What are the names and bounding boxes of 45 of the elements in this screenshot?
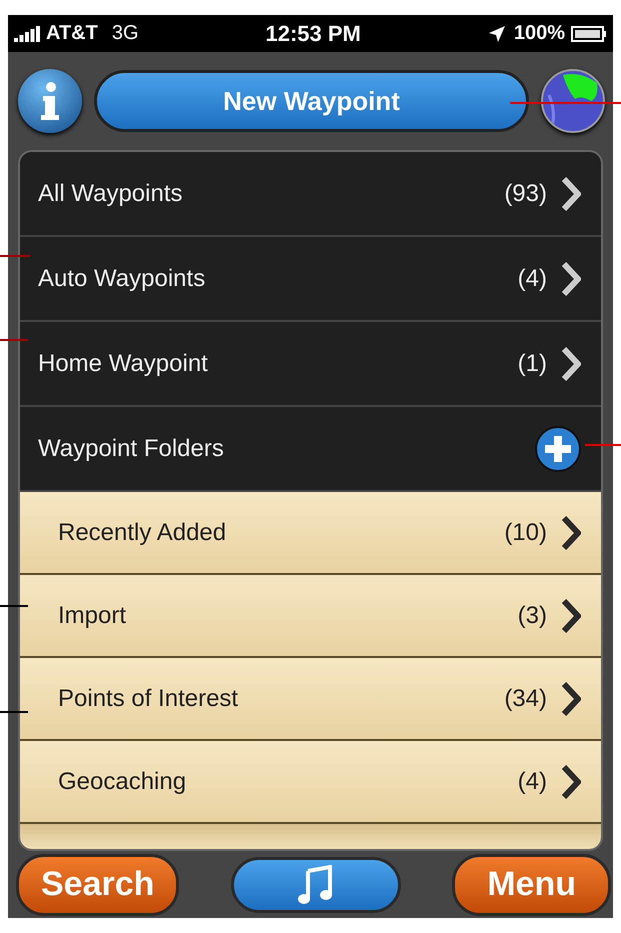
folder-label: Recently Added xyxy=(58,518,228,546)
battery-icon xyxy=(570,26,607,42)
globe-icon xyxy=(541,69,605,133)
battery-percent: 100% xyxy=(514,22,565,45)
folder-label: Import xyxy=(58,602,128,630)
folder-label: Geocaching xyxy=(58,768,188,796)
menu-button[interactable]: Menu xyxy=(452,854,611,916)
chevron-icon xyxy=(561,516,581,550)
add-icon[interactable] xyxy=(535,426,581,472)
music-note-icon xyxy=(298,864,334,904)
info-icon xyxy=(40,81,60,121)
folder-item[interactable]: Recently Added (10) xyxy=(20,492,601,575)
folder-item[interactable]: Import (3) xyxy=(20,575,601,658)
info-button[interactable] xyxy=(18,69,82,133)
chevron-icon xyxy=(561,598,581,632)
menu-label: All Waypoints xyxy=(38,180,184,208)
folder-count: (4) xyxy=(518,768,547,796)
status-time: 12:53 PM xyxy=(265,20,361,46)
signal-icon xyxy=(14,26,42,42)
chevron-icon xyxy=(561,262,581,296)
folder-label: Points of Interest xyxy=(58,684,240,712)
folder-item[interactable]: Points of Interest (34) xyxy=(20,658,601,741)
menu-label: Auto Waypoints xyxy=(38,264,206,292)
chevron-icon xyxy=(561,346,581,380)
item-count: (4) xyxy=(518,264,547,292)
network-text: 3G xyxy=(112,22,139,45)
folder-item[interactable]: Geocaching (4) xyxy=(20,741,601,824)
section-label: Waypoint Folders xyxy=(38,434,225,462)
menu-item[interactable]: Auto Waypoints (4) xyxy=(20,237,601,322)
menu-item[interactable]: All Waypoints (93) xyxy=(20,152,601,237)
globe-button[interactable] xyxy=(541,69,605,133)
item-count: (93) xyxy=(504,180,547,208)
chevron-icon xyxy=(561,682,581,716)
item-count: (1) xyxy=(518,350,547,378)
new-waypoint-button[interactable]: New Waypoint xyxy=(94,70,529,132)
folder-count: (10) xyxy=(504,518,547,546)
menu-label: Home Waypoint xyxy=(38,350,209,378)
menu-item[interactable]: Home Waypoint (1) xyxy=(20,322,601,407)
carrier-text: AT&T xyxy=(46,22,98,45)
location-arrow-icon xyxy=(488,24,506,42)
folder-count: (3) xyxy=(518,602,547,630)
folder-count: (34) xyxy=(504,684,547,712)
search-button[interactable]: Search xyxy=(16,854,180,916)
chevron-icon xyxy=(561,176,581,210)
chevron-icon xyxy=(561,764,581,798)
